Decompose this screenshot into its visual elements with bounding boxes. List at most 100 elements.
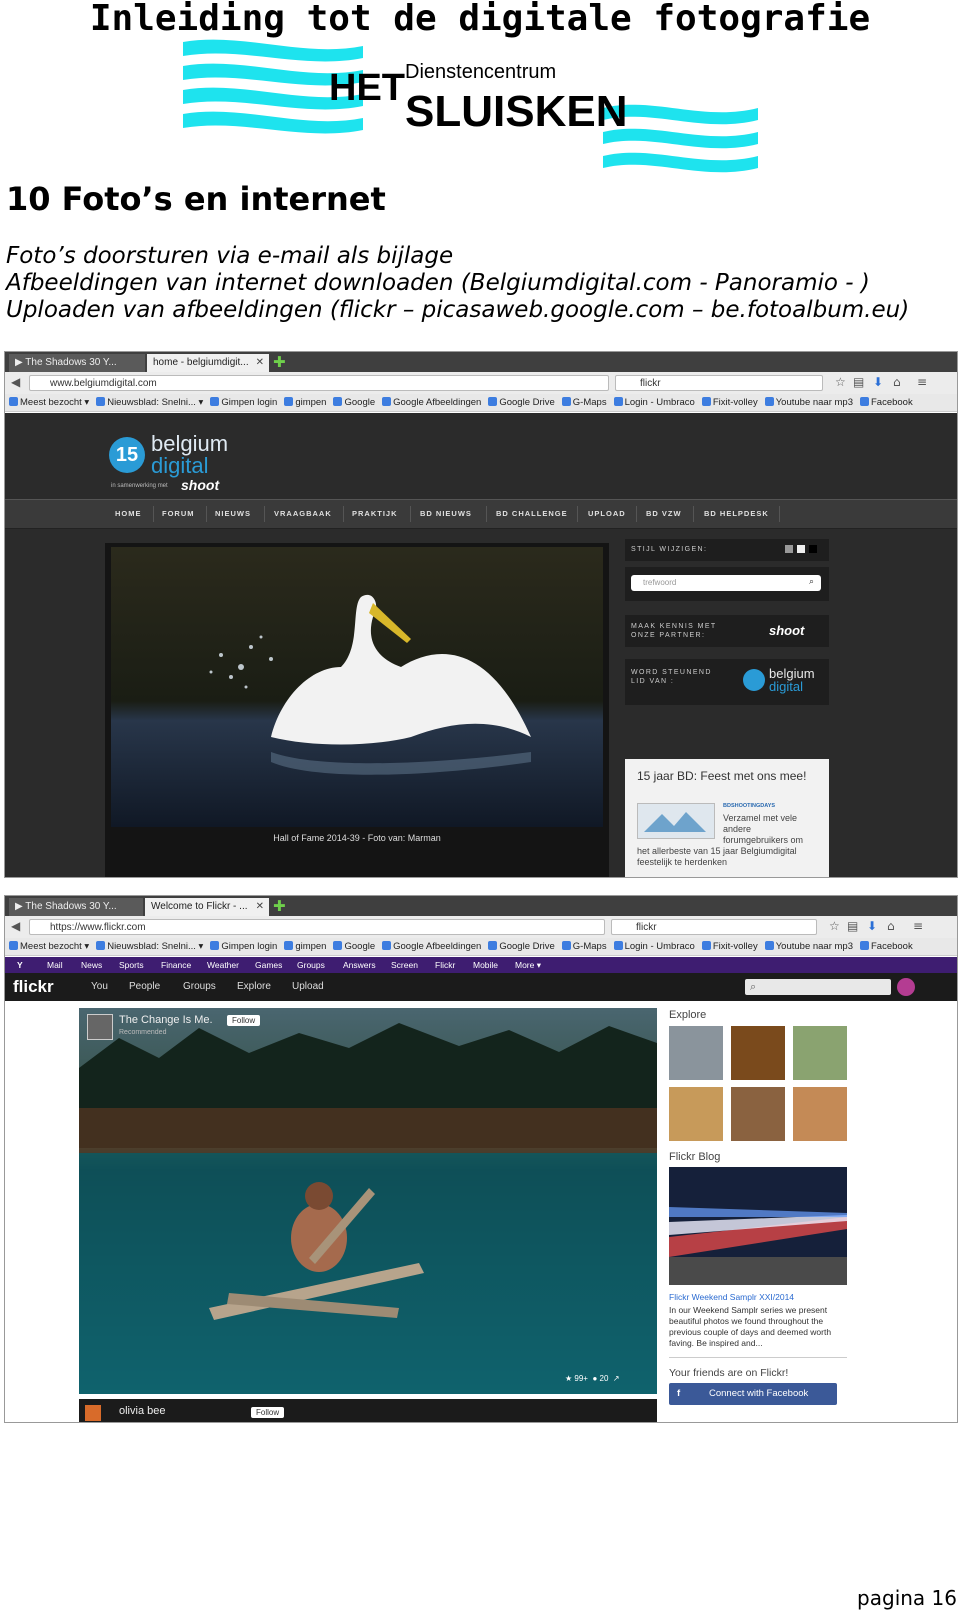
star-icon[interactable]: ★ bbox=[565, 1374, 572, 1383]
tab-youtube[interactable]: ▶ The Shadows 30 Y... bbox=[9, 898, 143, 916]
clipboard-icon[interactable]: ▤ bbox=[847, 919, 858, 933]
bookmark-item[interactable]: G-Maps bbox=[561, 394, 607, 412]
yahoo-sports[interactable]: Sports bbox=[119, 957, 144, 973]
yahoo-mobile[interactable]: Mobile bbox=[473, 957, 498, 973]
featured-photo[interactable]: The Change Is Me. Recommended Follow ★ 9… bbox=[79, 1008, 657, 1394]
second-user-name[interactable]: olivia bee bbox=[119, 1405, 165, 1417]
bookmark-item[interactable]: Google Afbeeldingen bbox=[382, 394, 481, 412]
style-swatch-black[interactable] bbox=[809, 545, 817, 553]
yahoo-finance[interactable]: Finance bbox=[161, 957, 191, 973]
avatar[interactable] bbox=[897, 978, 915, 996]
bookmark-item[interactable]: Fixit-volley bbox=[701, 938, 758, 956]
tab-flickr[interactable]: Welcome to Flickr - ... ✕ bbox=[145, 898, 269, 916]
explore-thumb-6[interactable] bbox=[793, 1087, 847, 1141]
menu-icon[interactable]: ≡ bbox=[913, 919, 923, 933]
bookmark-item[interactable]: Gimpen login bbox=[210, 938, 277, 956]
explore-title[interactable]: Explore bbox=[669, 1009, 706, 1021]
share-icon[interactable]: ↗ bbox=[613, 1374, 620, 1383]
blog-link[interactable]: Flickr Weekend Samplr XXI/2014 bbox=[669, 1292, 794, 1302]
download-icon[interactable]: ⬇ bbox=[867, 919, 877, 933]
bookmark-item[interactable]: Nieuwsblad: Snelni... ▾ bbox=[96, 938, 203, 956]
new-tab-icon[interactable]: ✚ bbox=[273, 897, 286, 915]
tab-youtube[interactable]: ▶ The Shadows 30 Y... bbox=[9, 354, 145, 372]
bookmark-item[interactable]: Meest bezocht ▾ bbox=[9, 394, 89, 412]
bd-search-input[interactable]: trefwoord bbox=[631, 575, 821, 591]
style-swatch-grey[interactable] bbox=[785, 545, 793, 553]
bookmark-item[interactable]: Google Afbeeldingen bbox=[382, 938, 481, 956]
blog-image[interactable] bbox=[669, 1167, 847, 1285]
yahoo-weather[interactable]: Weather bbox=[207, 957, 239, 973]
member-logo[interactable]: belgium digital bbox=[769, 667, 815, 693]
shoot-logo[interactable]: shoot bbox=[769, 623, 804, 638]
nav-you[interactable]: You bbox=[91, 973, 108, 1001]
nav-upload[interactable]: Upload bbox=[292, 973, 324, 1001]
download-icon[interactable]: ⬇ bbox=[873, 375, 883, 389]
news-thumbnail[interactable] bbox=[637, 803, 715, 839]
url-field[interactable]: www.belgiumdigital.com bbox=[29, 375, 609, 391]
tab-belgiumdigital[interactable]: home - belgiumdigit... ✕ bbox=[147, 354, 269, 372]
search-field[interactable]: flickr bbox=[611, 919, 817, 935]
follow-button[interactable]: Follow bbox=[251, 1407, 285, 1418]
bd-logo[interactable]: belgium digital bbox=[151, 433, 228, 477]
explore-thumb-3[interactable] bbox=[793, 1026, 847, 1080]
close-icon[interactable]: ✕ bbox=[256, 354, 264, 372]
bookmark-item[interactable]: Login - Umbraco bbox=[613, 938, 695, 956]
menu-forum[interactable]: FORUM bbox=[162, 500, 195, 528]
back-icon[interactable]: ◀ bbox=[11, 919, 20, 933]
bookmark-item[interactable]: Fixit-volley bbox=[701, 394, 758, 412]
user-avatar[interactable] bbox=[85, 1405, 101, 1421]
menu-vraagbaak[interactable]: VRAAGBAAK bbox=[274, 500, 332, 528]
explore-thumb-2[interactable] bbox=[731, 1026, 785, 1080]
back-icon[interactable]: ◀ bbox=[11, 375, 20, 389]
bookmark-item[interactable]: gimpen bbox=[284, 394, 326, 412]
bookmark-item[interactable]: Login - Umbraco bbox=[613, 394, 695, 412]
bookmark-item[interactable]: Google bbox=[333, 394, 375, 412]
explore-thumb-1[interactable] bbox=[669, 1026, 723, 1080]
style-swatch-white[interactable] bbox=[797, 545, 805, 553]
bookmark-item[interactable]: Facebook bbox=[860, 394, 913, 412]
bookmark-item[interactable]: Nieuwsblad: Snelni... ▾ bbox=[96, 394, 203, 412]
menu-nieuws[interactable]: NIEUWS bbox=[215, 500, 251, 528]
user-avatar[interactable] bbox=[87, 1014, 113, 1040]
menu-home[interactable]: HOME bbox=[115, 500, 142, 528]
search-icon[interactable]: ⌕ bbox=[809, 576, 814, 587]
explore-thumb-5[interactable] bbox=[731, 1087, 785, 1141]
home-icon[interactable]: ⌂ bbox=[887, 919, 895, 933]
bookmark-item[interactable]: Youtube naar mp3 bbox=[764, 938, 853, 956]
yahoo-screen[interactable]: Screen bbox=[391, 957, 418, 973]
news-title[interactable]: 15 jaar BD: Feest met ons mee! bbox=[637, 769, 817, 783]
flickr-search-input[interactable]: ⌕ bbox=[745, 979, 891, 995]
url-field[interactable]: https://www.flickr.com bbox=[29, 919, 605, 935]
explore-thumb-4[interactable] bbox=[669, 1087, 723, 1141]
follow-button[interactable]: Follow bbox=[227, 1015, 261, 1026]
yahoo-flickr[interactable]: Flickr bbox=[435, 957, 455, 973]
bookmark-item[interactable]: gimpen bbox=[284, 938, 326, 956]
clipboard-icon[interactable]: ▤ bbox=[853, 375, 864, 389]
photo-user-name[interactable]: The Change Is Me. bbox=[119, 1014, 213, 1026]
yahoo-more[interactable]: More ▾ bbox=[515, 957, 541, 973]
blog-title[interactable]: Flickr Blog bbox=[669, 1151, 720, 1163]
menu-praktijk[interactable]: PRAKTIJK bbox=[352, 500, 398, 528]
bookmark-item[interactable]: Meest bezocht ▾ bbox=[9, 938, 89, 956]
nav-people[interactable]: People bbox=[129, 973, 160, 1001]
comment-icon[interactable]: ● bbox=[592, 1374, 597, 1383]
new-tab-icon[interactable]: ✚ bbox=[273, 353, 286, 371]
nav-explore[interactable]: Explore bbox=[237, 973, 271, 1001]
menu-bd-nieuws[interactable]: BD NIEUWS bbox=[420, 500, 472, 528]
home-icon[interactable]: ⌂ bbox=[893, 375, 901, 389]
menu-bd-challenge[interactable]: BD CHALLENGE bbox=[496, 500, 568, 528]
yahoo-mail[interactable]: Mail bbox=[47, 957, 63, 973]
yahoo-games[interactable]: Games bbox=[255, 957, 282, 973]
menu-bd-helpdesk[interactable]: BD HELPDESK bbox=[704, 500, 769, 528]
bookmark-item[interactable]: Google Drive bbox=[488, 938, 555, 956]
menu-upload[interactable]: UPLOAD bbox=[588, 500, 626, 528]
yahoo-groups[interactable]: Groups bbox=[297, 957, 325, 973]
bookmark-item[interactable]: Youtube naar mp3 bbox=[764, 394, 853, 412]
close-icon[interactable]: ✕ bbox=[256, 898, 264, 916]
menu-icon[interactable]: ≡ bbox=[917, 375, 927, 389]
bookmark-item[interactable]: Facebook bbox=[860, 938, 913, 956]
flickr-logo[interactable]: flickr bbox=[13, 973, 54, 1001]
search-field[interactable]: flickr bbox=[615, 375, 823, 391]
bookmark-item[interactable]: Google bbox=[333, 938, 375, 956]
star-icon[interactable]: ☆ bbox=[835, 375, 846, 389]
